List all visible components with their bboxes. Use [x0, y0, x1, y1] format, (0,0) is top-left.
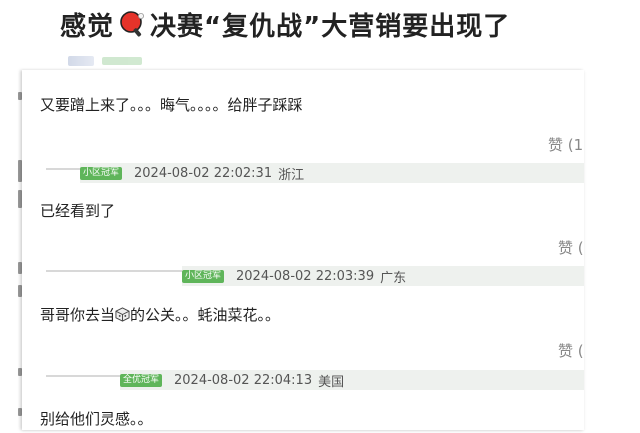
username-redacted: [46, 168, 80, 170]
user-badge: 小区冠军: [182, 269, 225, 283]
comment-list: 又要蹭上来了。。。晦气。。。。给胖子踩踩 赞 (1 小区冠军 2024-08-0…: [22, 70, 584, 430]
like-button[interactable]: 赞 (3: [558, 340, 584, 361]
title-part-2: 决赛“复仇战”大营销要出现了: [150, 11, 511, 42]
avatar: [68, 56, 94, 66]
comment-text-before: 哥哥你去当: [40, 306, 116, 324]
comment-text: 哥哥你去当 的公关。。蚝油菜花。。: [40, 304, 280, 325]
comment-text-after: 的公关。。蚝油菜花。。: [130, 306, 281, 324]
faded-badge: [102, 57, 142, 65]
like-button[interactable]: 赞 (1: [548, 134, 583, 155]
username-redacted: [46, 375, 120, 377]
faded-author-row: [68, 54, 142, 68]
comment-meta: 小区冠军 2024-08-02 22:02:31 浙江: [80, 163, 584, 183]
comment-time: 2024-08-02 22:03:39: [236, 268, 375, 284]
user-badge: 小区冠军: [80, 166, 123, 180]
username-redacted: [46, 270, 182, 272]
comment-time: 2024-08-02 22:04:13: [174, 372, 313, 388]
article-title: 感觉 决赛“复仇战”大营销要出现了: [60, 6, 510, 42]
comment-text: 已经看到了: [40, 202, 116, 220]
comment-text: 别给他们灵感。。: [40, 410, 153, 428]
comment-location: 广东: [380, 270, 407, 286]
ping-pong-paddle-icon: [118, 10, 146, 38]
comment-meta: 全优冠军 2024-08-02 22:04:13 美国: [120, 370, 584, 390]
title-part-1: 感觉: [60, 11, 115, 42]
comment-location: 美国: [318, 374, 345, 390]
comment-text: 又要蹭上来了。。。晦气。。。。给胖子踩踩: [40, 96, 303, 114]
like-button[interactable]: 赞 (: [558, 237, 584, 258]
cube-emoji-icon: [115, 307, 130, 322]
comment-time: 2024-08-02 22:02:31: [134, 165, 273, 181]
comment-meta: 小区冠军 2024-08-02 22:03:39 广东: [182, 266, 584, 286]
user-badge: 全优冠军: [120, 373, 163, 387]
comment-location: 浙江: [278, 167, 305, 183]
